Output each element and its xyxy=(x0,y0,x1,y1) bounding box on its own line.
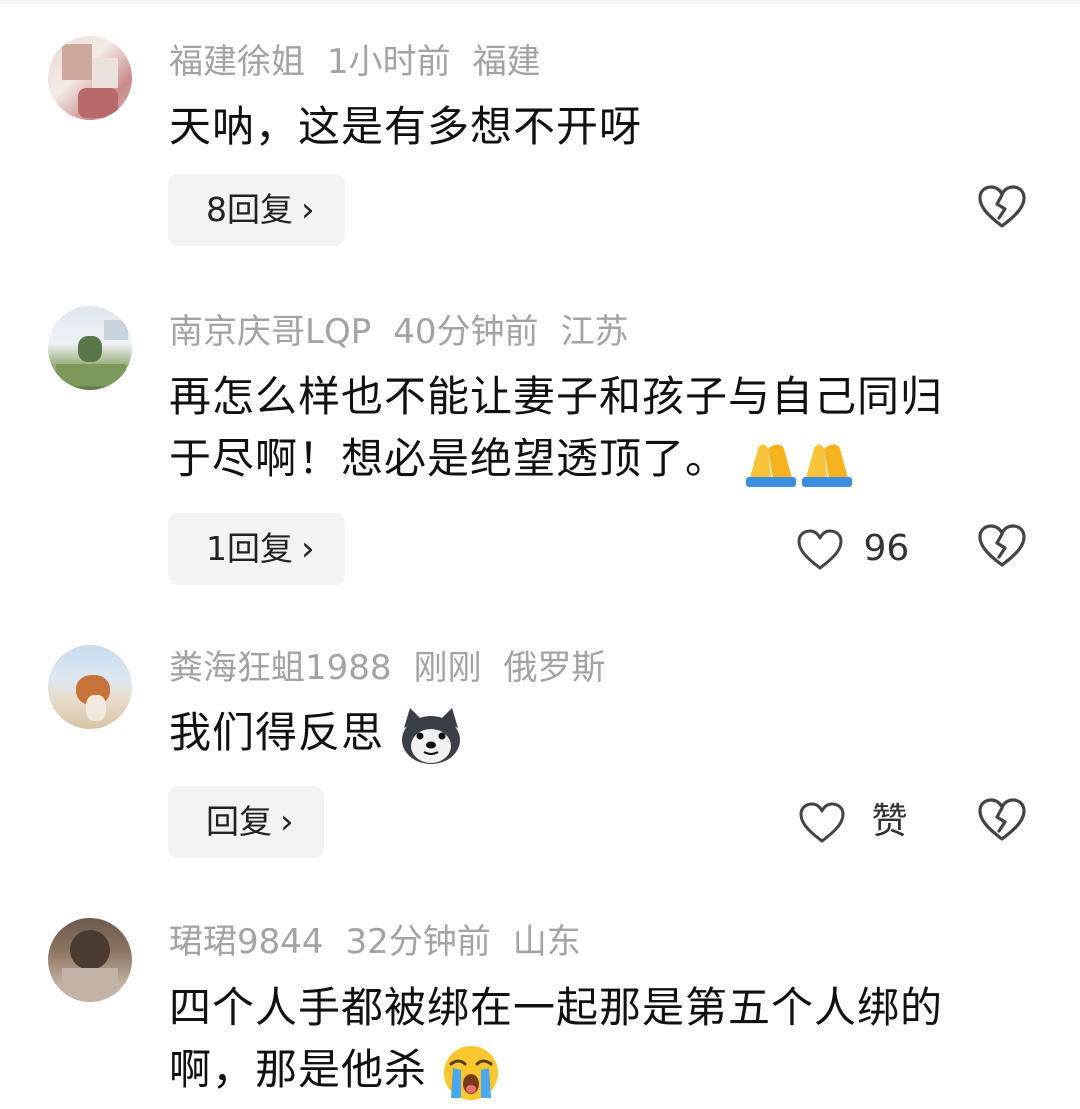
crying-face-emoji xyxy=(444,1045,499,1100)
like-button[interactable]: 赞 xyxy=(798,792,907,852)
broken-heart-icon[interactable] xyxy=(976,182,1028,234)
avatar[interactable] xyxy=(48,645,132,729)
husky-dog-emoji xyxy=(402,707,461,764)
timestamp: 32分钟前 xyxy=(345,922,491,962)
like-button[interactable]: 96 xyxy=(796,519,909,579)
like-count: 96 xyxy=(863,528,910,569)
location: 福建 xyxy=(472,42,541,82)
comment-meta: 福建徐姐 1小时前 福建 xyxy=(169,40,563,84)
chevron-right-icon: › xyxy=(301,190,315,230)
heart-icon xyxy=(799,802,845,843)
timestamp: 刚刚 xyxy=(413,648,482,688)
broken-heart-icon[interactable] xyxy=(976,521,1028,573)
timestamp: 40分钟前 xyxy=(393,312,539,352)
location: 江苏 xyxy=(560,312,629,352)
chevron-right-icon: › xyxy=(301,529,315,569)
comment-text-line: 于尽啊！想必是绝望透顶了。 xyxy=(169,434,729,483)
username[interactable]: 珺珺9844 xyxy=(169,922,324,962)
username[interactable]: 粪海狂蛆1988 xyxy=(169,648,392,688)
comment-text: 天呐，这是有多想不开呀 xyxy=(169,102,643,151)
comment-list: 福建徐姐 1小时前 福建 天呐，这是有多想不开呀 8回复 › 南京庆哥LQP 40分钟前… xyxy=(0,0,1080,1109)
comment-meta: 粪海狂蛆1988 刚刚 俄罗斯 xyxy=(169,646,628,690)
location: 山东 xyxy=(512,922,581,962)
view-replies-button[interactable]: 1回复 › xyxy=(168,513,345,585)
folded-hands-emoji xyxy=(746,444,853,487)
comment-text-line: 四个人手都被绑在一起那是第五个人绑的 xyxy=(169,983,944,1032)
reply-button[interactable]: 回复 › xyxy=(168,786,324,858)
comment-text-line: 我们得反思 xyxy=(169,708,385,757)
comment-meta: 南京庆哥LQP 40分钟前 江苏 xyxy=(169,310,650,354)
view-replies-button[interactable]: 8回复 › xyxy=(168,174,345,246)
broken-heart-icon[interactable] xyxy=(976,795,1028,847)
divider xyxy=(0,0,1080,4)
comment-text-line: 再怎么样也不能让妻子和孩子与自己同归 xyxy=(169,372,944,421)
avatar[interactable] xyxy=(48,306,132,390)
chevron-right-icon: › xyxy=(280,802,294,842)
comment-text-line-wrap: 于尽啊！想必是绝望透顶了。 xyxy=(169,428,1049,490)
comment-meta: 珺珺9844 32分钟前 山东 xyxy=(169,920,603,964)
avatar[interactable] xyxy=(48,918,132,1002)
reply-label: 8回复 xyxy=(206,190,293,229)
avatar[interactable] xyxy=(48,36,132,120)
comment-text: 我们得反思 xyxy=(169,702,1049,766)
comment-text-line: 啊，那是他杀 xyxy=(169,1045,428,1094)
heart-icon xyxy=(797,529,843,570)
comment-text-line-wrap: 啊，那是他杀 xyxy=(169,1039,1049,1102)
comment-text: 再怎么样也不能让妻子和孩子与自己同归 于尽啊！想必是绝望透顶了。 xyxy=(169,366,1049,490)
reply-label: 1回复 xyxy=(206,529,293,568)
timestamp: 1小时前 xyxy=(327,42,451,82)
username[interactable]: 南京庆哥LQP xyxy=(169,312,371,352)
reply-label: 回复 xyxy=(206,802,272,841)
like-label: 赞 xyxy=(871,801,908,842)
comment-text: 四个人手都被绑在一起那是第五个人绑的 啊，那是他杀 xyxy=(169,977,1049,1102)
username[interactable]: 福建徐姐 xyxy=(169,42,305,82)
location: 俄罗斯 xyxy=(503,648,606,688)
